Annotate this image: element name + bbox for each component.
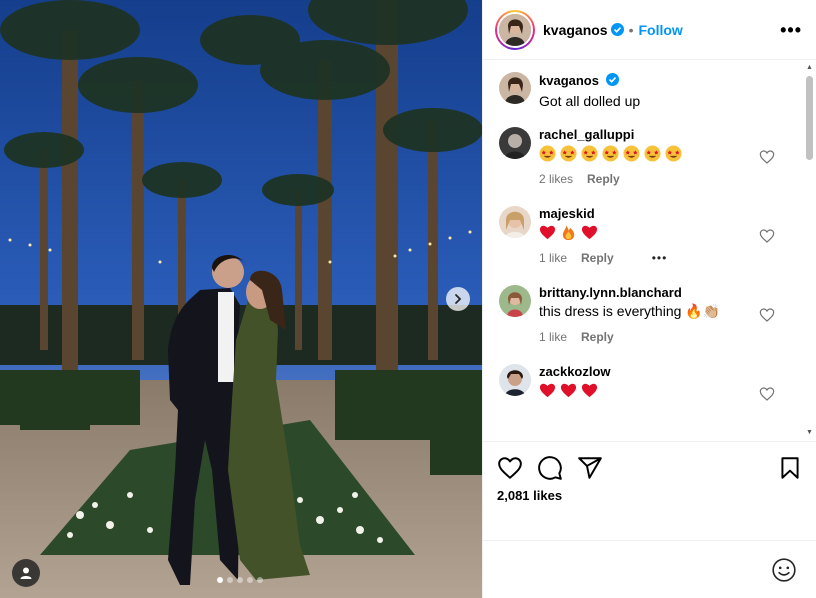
add-comment-bar bbox=[483, 540, 816, 598]
red-heart-emoji-icon bbox=[560, 383, 577, 398]
avatar[interactable] bbox=[499, 206, 531, 238]
comment-username[interactable]: zackkozlow bbox=[539, 364, 787, 379]
comments-scrollbar[interactable]: ▲ ▼ bbox=[804, 64, 814, 436]
carousel-dot bbox=[237, 577, 243, 583]
comment-item: majeskid 1 like Reply ••• bbox=[483, 206, 803, 265]
star-struck-emoji-icon bbox=[581, 145, 598, 162]
comment-options-button[interactable]: ••• bbox=[652, 251, 668, 265]
post-side-panel: kvaganos • Follow ••• kvaganos Got all d… bbox=[482, 0, 816, 598]
author-username[interactable]: kvaganos bbox=[543, 22, 608, 38]
comment-item: brittany.lynn.blanchard this dress is ev… bbox=[483, 285, 803, 344]
next-photo-button[interactable] bbox=[446, 287, 470, 311]
header-separator: • bbox=[628, 21, 634, 38]
carousel-dot bbox=[247, 577, 253, 583]
more-options-button[interactable]: ••• bbox=[780, 21, 802, 39]
post-header: kvaganos • Follow ••• bbox=[483, 0, 816, 60]
red-heart-emoji-icon bbox=[539, 383, 556, 398]
author-avatar[interactable] bbox=[495, 9, 535, 50]
post-modal: kvaganos • Follow ••• kvaganos Got all d… bbox=[0, 0, 816, 598]
red-heart-emoji-icon bbox=[581, 383, 598, 398]
avatar[interactable] bbox=[499, 127, 531, 159]
comment-likes[interactable]: 1 like bbox=[539, 330, 567, 344]
comment-username[interactable]: rachel_galluppi bbox=[539, 127, 787, 142]
avatar-image bbox=[499, 13, 531, 46]
comment-text: this dress is everything 🔥👏🏼 bbox=[539, 303, 721, 319]
caption-item: kvaganos Got all dolled up bbox=[483, 72, 803, 109]
comment-likes[interactable]: 1 like bbox=[539, 251, 567, 265]
avatar[interactable] bbox=[499, 285, 531, 317]
user-tag-icon bbox=[20, 567, 32, 579]
star-struck-emoji-icon bbox=[665, 145, 682, 162]
carousel-indicator bbox=[217, 577, 263, 583]
carousel-dot bbox=[227, 577, 233, 583]
comments-list[interactable]: kvaganos Got all dolled up rachel_gallup… bbox=[483, 61, 803, 440]
comment-username[interactable]: brittany.lynn.blanchard bbox=[539, 285, 787, 300]
comment-text bbox=[539, 145, 787, 162]
fire-emoji-icon bbox=[562, 225, 575, 241]
comment-input[interactable] bbox=[483, 561, 771, 578]
share-icon[interactable] bbox=[577, 455, 603, 481]
tagged-users-button[interactable] bbox=[12, 559, 40, 587]
caption-username[interactable]: kvaganos bbox=[539, 73, 599, 88]
likes-count[interactable]: 2,081 likes bbox=[497, 488, 803, 503]
avatar[interactable] bbox=[499, 72, 531, 104]
star-struck-emoji-icon bbox=[560, 145, 577, 162]
chevron-right-icon bbox=[455, 294, 462, 304]
comment-username[interactable]: majeskid bbox=[539, 206, 787, 221]
scroll-up-arrow-icon[interactable]: ▲ bbox=[806, 64, 813, 71]
heart-icon[interactable] bbox=[759, 386, 775, 402]
comment-likes[interactable]: 2 likes bbox=[539, 172, 573, 186]
star-struck-emoji-icon bbox=[539, 145, 556, 162]
heart-icon[interactable] bbox=[759, 228, 775, 244]
verified-badge-icon bbox=[606, 73, 620, 86]
red-heart-emoji-icon bbox=[581, 225, 598, 240]
scroll-down-arrow-icon[interactable]: ▼ bbox=[806, 429, 813, 436]
avatar[interactable] bbox=[499, 364, 531, 396]
scrollbar-thumb[interactable] bbox=[806, 76, 813, 160]
caption-text: Got all dolled up bbox=[539, 93, 641, 109]
bookmark-icon[interactable] bbox=[777, 455, 803, 481]
comment-item: rachel_galluppi 2 likes Reply bbox=[483, 127, 803, 186]
carousel-dot bbox=[257, 577, 263, 583]
heart-icon[interactable] bbox=[759, 307, 775, 323]
red-heart-emoji-icon bbox=[539, 225, 556, 240]
heart-icon[interactable] bbox=[759, 149, 775, 165]
post-actions: 2,081 likes bbox=[483, 441, 816, 505]
comment-text bbox=[539, 382, 787, 399]
heart-icon[interactable] bbox=[497, 455, 523, 481]
star-struck-emoji-icon bbox=[602, 145, 619, 162]
verified-badge-icon bbox=[610, 23, 624, 36]
star-struck-emoji-icon bbox=[644, 145, 661, 162]
photo-scene bbox=[0, 0, 482, 598]
post-photo[interactable] bbox=[0, 0, 482, 598]
emoji-icon[interactable] bbox=[771, 557, 797, 583]
star-struck-emoji-icon bbox=[623, 145, 640, 162]
reply-button[interactable]: Reply bbox=[581, 330, 614, 344]
comment-icon[interactable] bbox=[537, 455, 563, 481]
reply-button[interactable]: Reply bbox=[587, 172, 620, 186]
comment-item: zackkozlow bbox=[483, 364, 803, 402]
reply-button[interactable]: Reply bbox=[581, 251, 614, 265]
comment-text bbox=[539, 224, 787, 241]
follow-button[interactable]: Follow bbox=[639, 22, 683, 38]
carousel-dot bbox=[217, 577, 223, 583]
